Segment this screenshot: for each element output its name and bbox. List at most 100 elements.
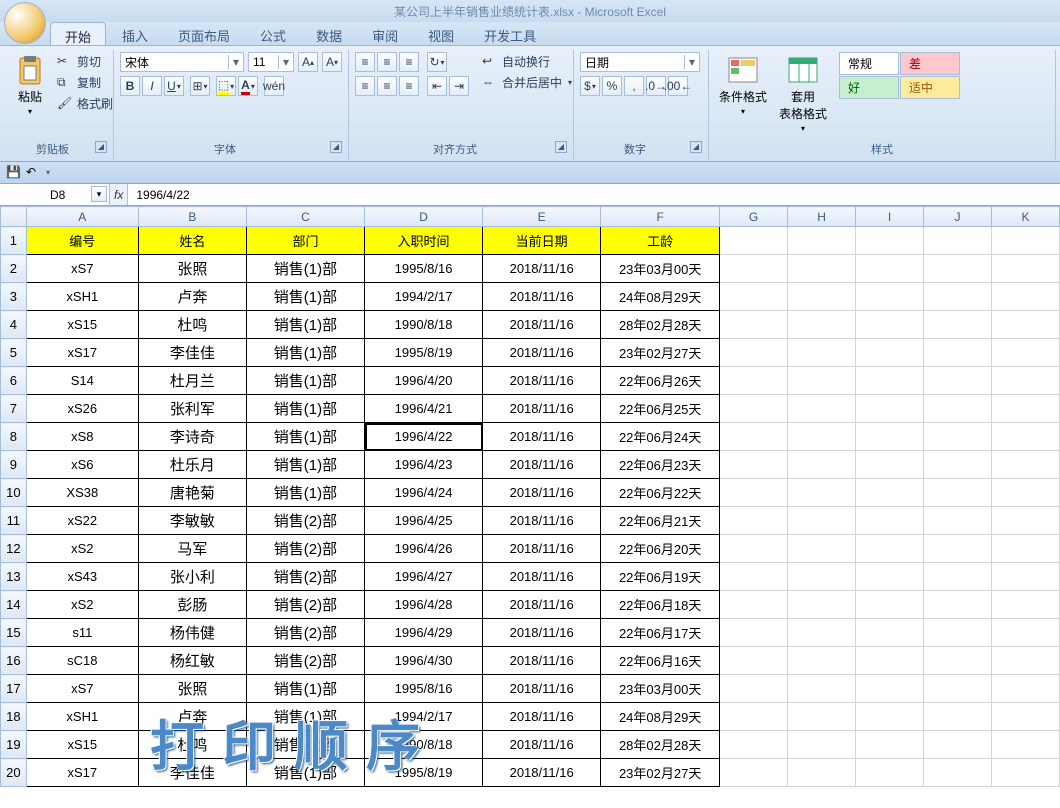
ribbon-tab-4[interactable]: 数据 xyxy=(302,22,356,45)
data-cell[interactable]: 22年06月17天 xyxy=(601,619,720,647)
header-cell[interactable]: 当前日期 xyxy=(483,227,601,255)
data-cell[interactable]: 2018/11/16 xyxy=(483,479,601,507)
data-cell[interactable]: 卢奔 xyxy=(138,703,246,731)
border-button[interactable]: ⊞ xyxy=(190,76,210,96)
ribbon-tab-5[interactable]: 审阅 xyxy=(358,22,412,45)
data-cell[interactable]: 22年06月25天 xyxy=(601,395,720,423)
data-cell[interactable]: 销售(1)部 xyxy=(246,311,364,339)
header-cell[interactable]: 入职时间 xyxy=(365,227,483,255)
data-cell[interactable]: 杜鸣 xyxy=(138,311,246,339)
data-cell[interactable]: xS22 xyxy=(26,507,138,535)
col-header[interactable]: E xyxy=(483,207,601,227)
data-cell[interactable]: 1995/8/19 xyxy=(365,759,483,787)
data-cell[interactable]: 销售(1)部 xyxy=(246,283,364,311)
orientation-button[interactable]: ↻ xyxy=(427,52,447,72)
font-dialog-launcher[interactable]: ◢ xyxy=(330,141,342,153)
row-header[interactable]: 8 xyxy=(1,423,27,451)
data-cell[interactable]: sC18 xyxy=(26,647,138,675)
font-size-combo[interactable]: 11▾ xyxy=(248,52,294,72)
align-center-button[interactable]: ≡ xyxy=(377,76,397,96)
data-cell[interactable]: 2018/11/16 xyxy=(483,311,601,339)
data-cell[interactable]: 销售(1)部 xyxy=(246,759,364,787)
data-cell[interactable]: 2018/11/16 xyxy=(483,255,601,283)
row-header[interactable]: 7 xyxy=(1,395,27,423)
underline-button[interactable]: U xyxy=(164,76,184,96)
data-cell[interactable]: 23年03月00天 xyxy=(601,255,720,283)
conditional-format-button[interactable]: 条件格式▾ xyxy=(715,52,771,118)
data-cell[interactable]: 1995/8/16 xyxy=(365,675,483,703)
data-cell[interactable]: xS43 xyxy=(26,563,138,591)
row-header[interactable]: 2 xyxy=(1,255,27,283)
data-cell[interactable]: 2018/11/16 xyxy=(483,451,601,479)
data-cell[interactable]: 张照 xyxy=(138,255,246,283)
data-cell[interactable]: 2018/11/16 xyxy=(483,675,601,703)
data-cell[interactable]: 22年06月18天 xyxy=(601,591,720,619)
data-cell[interactable]: 杜月兰 xyxy=(138,367,246,395)
data-cell[interactable]: 2018/11/16 xyxy=(483,591,601,619)
data-cell[interactable]: 22年06月26天 xyxy=(601,367,720,395)
col-header[interactable]: J xyxy=(923,207,991,227)
data-cell[interactable]: 张小利 xyxy=(138,563,246,591)
fill-color-button[interactable]: ⬚ xyxy=(216,76,236,96)
data-cell[interactable]: 22年06月23天 xyxy=(601,451,720,479)
row-header[interactable]: 9 xyxy=(1,451,27,479)
row-header[interactable]: 3 xyxy=(1,283,27,311)
data-cell[interactable]: XS38 xyxy=(26,479,138,507)
alignment-dialog-launcher[interactable]: ◢ xyxy=(555,141,567,153)
data-cell[interactable]: S14 xyxy=(26,367,138,395)
data-cell[interactable]: 1996/4/22 xyxy=(365,423,483,451)
data-cell[interactable]: 2018/11/16 xyxy=(483,283,601,311)
data-cell[interactable]: 1995/8/19 xyxy=(365,339,483,367)
col-header[interactable]: D xyxy=(365,207,483,227)
data-cell[interactable]: 杜鸣 xyxy=(138,731,246,759)
col-header[interactable]: G xyxy=(720,207,788,227)
col-header[interactable]: C xyxy=(246,207,364,227)
data-cell[interactable]: 张照 xyxy=(138,675,246,703)
data-cell[interactable]: 销售(1)部 xyxy=(246,451,364,479)
data-cell[interactable]: 22年06月24天 xyxy=(601,423,720,451)
data-cell[interactable]: 销售(1)部 xyxy=(246,255,364,283)
data-cell[interactable]: xS8 xyxy=(26,423,138,451)
data-cell[interactable]: 销售(1)部 xyxy=(246,731,364,759)
row-header[interactable]: 15 xyxy=(1,619,27,647)
data-cell[interactable]: 2018/11/16 xyxy=(483,703,601,731)
data-cell[interactable]: xS15 xyxy=(26,311,138,339)
copy-button[interactable]: ⧉复制 xyxy=(54,73,116,92)
font-color-button[interactable]: A xyxy=(238,76,258,96)
data-cell[interactable]: 销售(1)部 xyxy=(246,367,364,395)
data-cell[interactable]: xS2 xyxy=(26,591,138,619)
row-header[interactable]: 16 xyxy=(1,647,27,675)
data-cell[interactable]: 销售(1)部 xyxy=(246,423,364,451)
save-icon[interactable]: 💾 xyxy=(6,165,22,181)
data-cell[interactable]: 23年02月27天 xyxy=(601,339,720,367)
shrink-font-button[interactable]: A▾ xyxy=(322,52,342,72)
data-cell[interactable]: 杜乐月 xyxy=(138,451,246,479)
header-cell[interactable]: 姓名 xyxy=(138,227,246,255)
data-cell[interactable]: 李佳佳 xyxy=(138,759,246,787)
data-cell[interactable]: 李敏敏 xyxy=(138,507,246,535)
data-cell[interactable]: 1996/4/27 xyxy=(365,563,483,591)
ribbon-tab-0[interactable]: 开始 xyxy=(50,22,106,45)
phonetic-button[interactable]: wén xyxy=(264,76,284,96)
row-header[interactable]: 5 xyxy=(1,339,27,367)
percent-button[interactable]: % xyxy=(602,76,622,96)
data-cell[interactable]: 2018/11/16 xyxy=(483,367,601,395)
data-cell[interactable]: 卢奔 xyxy=(138,283,246,311)
data-cell[interactable]: 2018/11/16 xyxy=(483,535,601,563)
data-cell[interactable]: xS6 xyxy=(26,451,138,479)
data-cell[interactable]: 2018/11/16 xyxy=(483,423,601,451)
col-header[interactable]: A xyxy=(26,207,138,227)
cut-button[interactable]: ✂剪切 xyxy=(54,52,116,71)
row-header[interactable]: 14 xyxy=(1,591,27,619)
row-header[interactable]: 10 xyxy=(1,479,27,507)
data-cell[interactable]: 22年06月19天 xyxy=(601,563,720,591)
data-cell[interactable]: xS2 xyxy=(26,535,138,563)
data-cell[interactable]: 销售(1)部 xyxy=(246,675,364,703)
row-header[interactable]: 11 xyxy=(1,507,27,535)
data-cell[interactable]: 杨伟健 xyxy=(138,619,246,647)
data-cell[interactable]: 1996/4/21 xyxy=(365,395,483,423)
wrap-text-button[interactable]: ↩自动换行 xyxy=(479,52,575,71)
cell-style-neutral[interactable]: 适中 xyxy=(900,76,960,99)
data-cell[interactable]: 22年06月21天 xyxy=(601,507,720,535)
data-cell[interactable]: 杨红敏 xyxy=(138,647,246,675)
